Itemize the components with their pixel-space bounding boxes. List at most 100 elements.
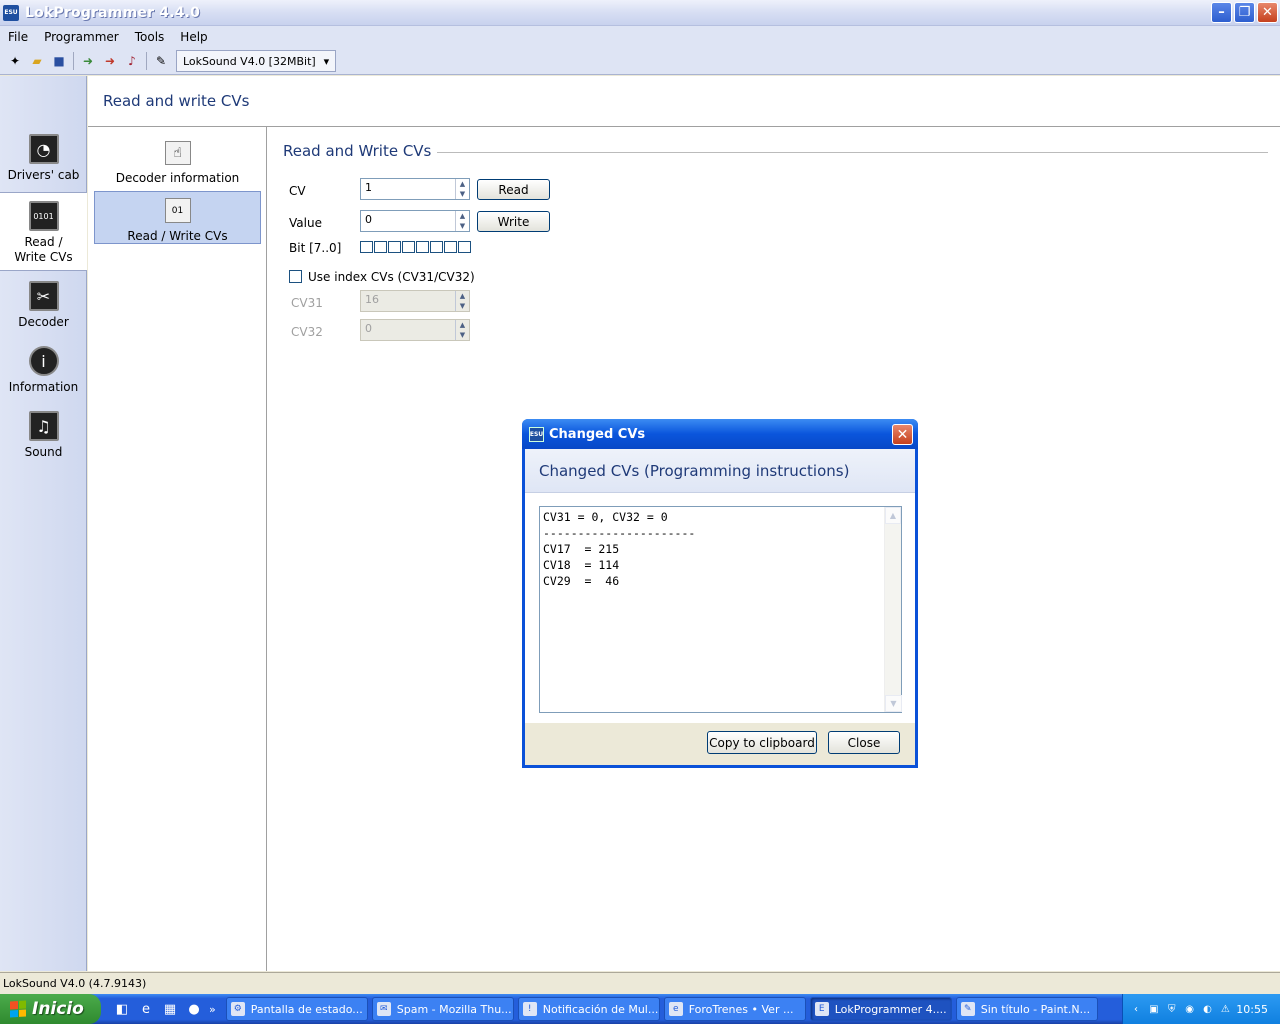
menu-bar: File Programmer Tools Help [0,26,1280,48]
calculator-icon[interactable]: ▦ [161,1000,179,1018]
spin-up-icon[interactable]: ▲ [456,179,469,189]
nav-label: Decoder [18,315,69,329]
cv-input[interactable]: 1 ▲ ▼ [360,178,470,200]
value-label: Value [289,216,322,230]
windows-logo-icon [10,1000,26,1018]
subnav-decoder-information[interactable]: ☝ Decoder information [94,135,261,185]
cv31-input[interactable]: 16 ▲ ▼ [360,290,470,312]
task-button[interactable]: ✎ Sin título - Paint.N... [955,997,1098,1021]
security-icon[interactable]: ⛨ [1165,1002,1179,1016]
task-label: LokProgrammer 4.... [834,1002,947,1016]
maximize-button[interactable]: ❐ [1234,2,1255,23]
spin-down-icon[interactable]: ▼ [456,330,469,340]
spin-down-icon[interactable]: ▼ [456,221,469,231]
value-spinner[interactable]: ▲ ▼ [455,211,469,231]
cv32-spinner[interactable]: ▲ ▼ [455,320,469,340]
decoder-info-icon: ☝ [164,141,191,165]
start-button[interactable]: Inicio [0,994,101,1024]
save-icon[interactable]: ■ [48,50,70,72]
nav-read-write-cvs[interactable]: 0101 Read / Write CVs [0,192,87,271]
bit-7-checkbox[interactable] [360,241,373,253]
copy-to-clipboard-button[interactable]: Copy to clipboard [707,731,817,754]
bit-0-checkbox[interactable] [458,241,471,253]
cv-spinner[interactable]: ▲ ▼ [455,179,469,199]
value-input-value: 0 [365,213,372,226]
antivirus-icon[interactable]: ◉ [1183,1002,1197,1016]
subnav-read-write-cvs[interactable]: 01 Read / Write CVs [94,191,261,244]
firefox-icon[interactable]: ● [185,1000,203,1018]
nav-sound[interactable]: ♫ Sound [0,411,87,460]
cv32-input[interactable]: 0 ▲ ▼ [360,319,470,341]
dialog-title-bar[interactable]: ESU Changed CVs [522,419,918,449]
close-window-button[interactable]: ✕ [1257,2,1278,23]
nav-drivers-cab[interactable]: ◔ Drivers' cab [0,134,87,183]
sound-export-icon[interactable]: ♪ [121,50,143,72]
bit-5-checkbox[interactable] [388,241,401,253]
export-icon[interactable]: ➜ [99,50,121,72]
status-screen-icon: ⚙ [230,1002,245,1016]
cab-icon: ◔ [28,134,59,164]
network-icon[interactable]: ▣ [1147,1002,1161,1016]
wizard-icon[interactable]: ✎ [150,50,172,72]
task-button[interactable]: ⚙ Pantalla de estado... [225,997,368,1021]
task-button-active[interactable]: E LokProgrammer 4.... [809,997,952,1021]
bit-1-checkbox[interactable] [444,241,457,253]
menu-help[interactable]: Help [172,30,215,44]
new-file-icon[interactable]: ✦ [4,50,26,72]
minimize-button[interactable]: – [1211,2,1232,23]
sub-navigation: ☝ Decoder information 01 Read / Write CV… [88,127,267,971]
spin-up-icon[interactable]: ▲ [456,320,469,330]
task-label: Sin título - Paint.N... [980,1002,1091,1016]
desktop-icon[interactable]: ◧ [113,1000,131,1018]
cv31-spinner[interactable]: ▲ ▼ [455,291,469,311]
task-button[interactable]: e ForoTrenes • Ver ... [663,997,806,1021]
bit-label: Bit [7..0] [289,241,342,255]
write-button[interactable]: Write [477,211,550,232]
spin-up-icon[interactable]: ▲ [456,211,469,221]
menu-file[interactable]: File [0,30,36,44]
value-input[interactable]: 0 ▲ ▼ [360,210,470,232]
quick-launch: ◧ e ▦ ● [113,1000,203,1018]
nav-information[interactable]: i Information [0,346,87,395]
cv31-label: CV31 [291,296,323,310]
spin-up-icon[interactable]: ▲ [456,291,469,301]
bit-2-checkbox[interactable] [430,241,443,253]
update-icon[interactable]: ⚠ [1218,1002,1232,1016]
bit-3-checkbox[interactable] [416,241,429,253]
task-button[interactable]: ! Notificación de Mul... [517,997,660,1021]
open-folder-icon[interactable]: ▰ [26,50,48,72]
cv-input-value: 1 [365,181,372,194]
bit-4-checkbox[interactable] [402,241,415,253]
spin-down-icon[interactable]: ▼ [456,301,469,311]
task-button[interactable]: ✉ Spam - Mozilla Thu... [371,997,514,1021]
window-title: LokProgrammer 4.4.0 [25,4,201,21]
music-icon: ♫ [28,411,59,441]
dialog-close-icon[interactable]: ✕ [892,424,913,445]
menu-tools[interactable]: Tools [127,30,173,44]
use-index-checkbox[interactable] [289,270,302,283]
wrench-icon: ✂ [28,281,59,311]
nav-label: Sound [24,445,63,459]
cv-edit-icon: 01 [164,198,191,223]
volume-icon[interactable]: ◐ [1201,1002,1215,1016]
close-button[interactable]: Close [828,731,900,754]
scroll-up-icon[interactable]: ▲ [885,507,901,524]
decoder-type-select[interactable]: LokSound V4.0 [32MBit] ▾ [176,50,337,72]
dialog-heading: Changed CVs (Programming instructions) [525,449,915,493]
read-button[interactable]: Read [477,179,550,200]
dialog-app-icon: ESU [529,426,544,442]
scroll-down-icon[interactable]: ▼ [885,695,902,712]
vertical-scrollbar[interactable]: ▲ ▼ [884,507,902,712]
spin-down-icon[interactable]: ▼ [456,189,469,199]
changed-cvs-textarea[interactable]: CV31 = 0, CV32 = 0 ---------------------… [539,506,902,713]
notification-icon: ! [522,1002,537,1016]
nav-decoder[interactable]: ✂ Decoder [0,281,87,330]
use-index-label: Use index CVs (CV31/CV32) [308,270,475,284]
menu-programmer[interactable]: Programmer [36,30,127,44]
ie-icon[interactable]: e [137,1000,155,1018]
tray-expand-icon[interactable]: ‹ [1129,1002,1143,1016]
toolbar-separator [146,52,147,70]
import-icon[interactable]: ➜ [77,50,99,72]
bit-6-checkbox[interactable] [374,241,387,253]
quick-launch-more-icon[interactable]: » [209,1003,216,1016]
